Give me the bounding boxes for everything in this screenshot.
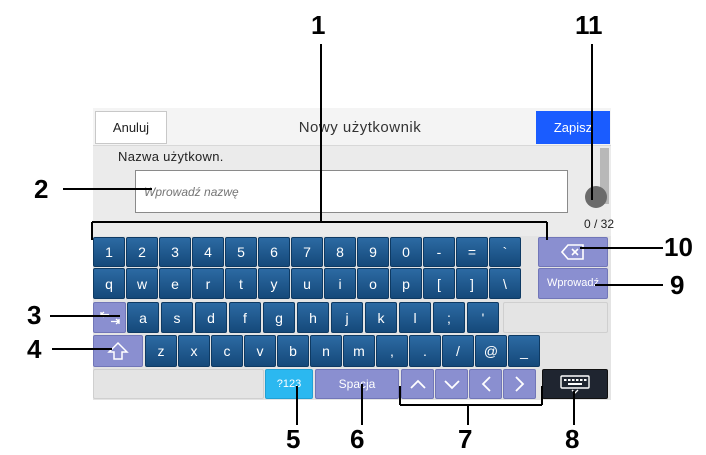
- cursor-left-key[interactable]: [469, 369, 502, 399]
- callout-1: 1: [311, 10, 326, 40]
- key-2-9[interactable]: p: [390, 268, 422, 299]
- tab-icon: [99, 311, 120, 324]
- key-3-8[interactable]: l: [399, 302, 431, 333]
- key-2-1[interactable]: w: [126, 268, 158, 299]
- blank-bottom-gap: [537, 369, 541, 399]
- callout-8: 8: [565, 424, 580, 454]
- key-4-5[interactable]: n: [310, 335, 342, 367]
- key-4-4[interactable]: b: [277, 335, 309, 367]
- key-2-5[interactable]: y: [258, 268, 290, 299]
- key-2-12[interactable]: \: [489, 268, 521, 299]
- key-2-8[interactable]: o: [357, 268, 389, 299]
- key-3-4[interactable]: g: [263, 302, 295, 333]
- tab-key[interactable]: [93, 302, 126, 333]
- key-1-9[interactable]: 0: [390, 237, 422, 267]
- key-4-6[interactable]: m: [343, 335, 375, 367]
- key-1-12[interactable]: `: [489, 237, 521, 267]
- key-3-0[interactable]: a: [127, 302, 159, 333]
- key-2-6[interactable]: u: [291, 268, 323, 299]
- arrow-up-icon: [409, 379, 426, 389]
- shift-icon: [107, 341, 129, 360]
- key-3-7[interactable]: k: [365, 302, 397, 333]
- key-2-0[interactable]: q: [93, 268, 125, 299]
- key-1-8[interactable]: 9: [357, 237, 389, 267]
- key-3-9[interactable]: ;: [433, 302, 465, 333]
- key-3-5[interactable]: h: [297, 302, 329, 333]
- key-4-11[interactable]: _: [508, 335, 540, 367]
- hide-keyboard-key[interactable]: [542, 369, 608, 399]
- arrow-left-icon: [481, 376, 491, 392]
- key-2-11[interactable]: ]: [456, 268, 488, 299]
- key-1-10[interactable]: -: [423, 237, 455, 267]
- scroll-handle-icon[interactable]: [585, 186, 607, 208]
- key-2-7[interactable]: i: [324, 268, 356, 299]
- arrow-right-icon: [514, 376, 524, 392]
- username-field-label: Nazwa użytkown.: [118, 149, 224, 164]
- callout-5: 5: [286, 424, 301, 454]
- key-2-2[interactable]: e: [159, 268, 191, 299]
- key-1-6[interactable]: 7: [291, 237, 323, 267]
- key-1-3[interactable]: 4: [192, 237, 224, 267]
- key-1-4[interactable]: 5: [225, 237, 257, 267]
- blank-bottom-left: [93, 369, 264, 399]
- key-4-0[interactable]: z: [145, 335, 177, 367]
- key-4-9[interactable]: /: [442, 335, 474, 367]
- key-1-1[interactable]: 2: [126, 237, 158, 267]
- backspace-key[interactable]: [538, 237, 608, 267]
- key-4-3[interactable]: v: [244, 335, 276, 367]
- cursor-right-key[interactable]: [503, 369, 536, 399]
- callout-6: 6: [350, 424, 365, 454]
- key-3-10[interactable]: ': [467, 302, 499, 333]
- cancel-button[interactable]: Anuluj: [95, 111, 167, 144]
- cursor-up-key[interactable]: [401, 369, 434, 399]
- character-counter: 0 / 32: [583, 217, 614, 231]
- key-4-7[interactable]: ,: [376, 335, 408, 367]
- key-1-2[interactable]: 3: [159, 237, 191, 267]
- cursor-down-key[interactable]: [435, 369, 468, 399]
- key-2-10[interactable]: [: [423, 268, 455, 299]
- callout-11: 11: [575, 10, 603, 40]
- callout-3: 3: [27, 300, 42, 330]
- callout-7: 7: [458, 424, 473, 454]
- symbols-key[interactable]: ?123: [265, 369, 313, 399]
- backspace-icon: [561, 244, 584, 260]
- key-1-0[interactable]: 1: [93, 237, 125, 267]
- key-3-1[interactable]: s: [161, 302, 193, 333]
- callout-10: 10: [664, 232, 693, 262]
- key-1-11[interactable]: =: [456, 237, 488, 267]
- key-3-3[interactable]: f: [229, 302, 261, 333]
- callout-9: 9: [670, 270, 685, 300]
- shift-key[interactable]: [93, 335, 143, 367]
- key-4-10[interactable]: @: [475, 335, 507, 367]
- key-4-1[interactable]: x: [178, 335, 210, 367]
- username-input[interactable]: [135, 170, 568, 213]
- space-key[interactable]: Spacja: [315, 369, 399, 399]
- key-4-2[interactable]: c: [211, 335, 243, 367]
- blank-key: [503, 302, 608, 333]
- key-1-5[interactable]: 6: [258, 237, 290, 267]
- key-1-7[interactable]: 8: [324, 237, 356, 267]
- callout-4: 4: [27, 334, 42, 364]
- key-3-2[interactable]: d: [195, 302, 227, 333]
- key-2-4[interactable]: t: [225, 268, 257, 299]
- dialog-title: Nowy użytkownik: [298, 119, 422, 136]
- callout-2: 2: [34, 174, 49, 204]
- arrow-down-icon: [443, 380, 460, 390]
- enter-key[interactable]: Wprowadź: [538, 268, 608, 299]
- save-button[interactable]: Zapisz: [536, 111, 610, 144]
- key-4-8[interactable]: .: [409, 335, 441, 367]
- key-2-3[interactable]: r: [192, 268, 224, 299]
- key-3-6[interactable]: j: [331, 302, 363, 333]
- keyboard-hide-icon: [560, 375, 590, 394]
